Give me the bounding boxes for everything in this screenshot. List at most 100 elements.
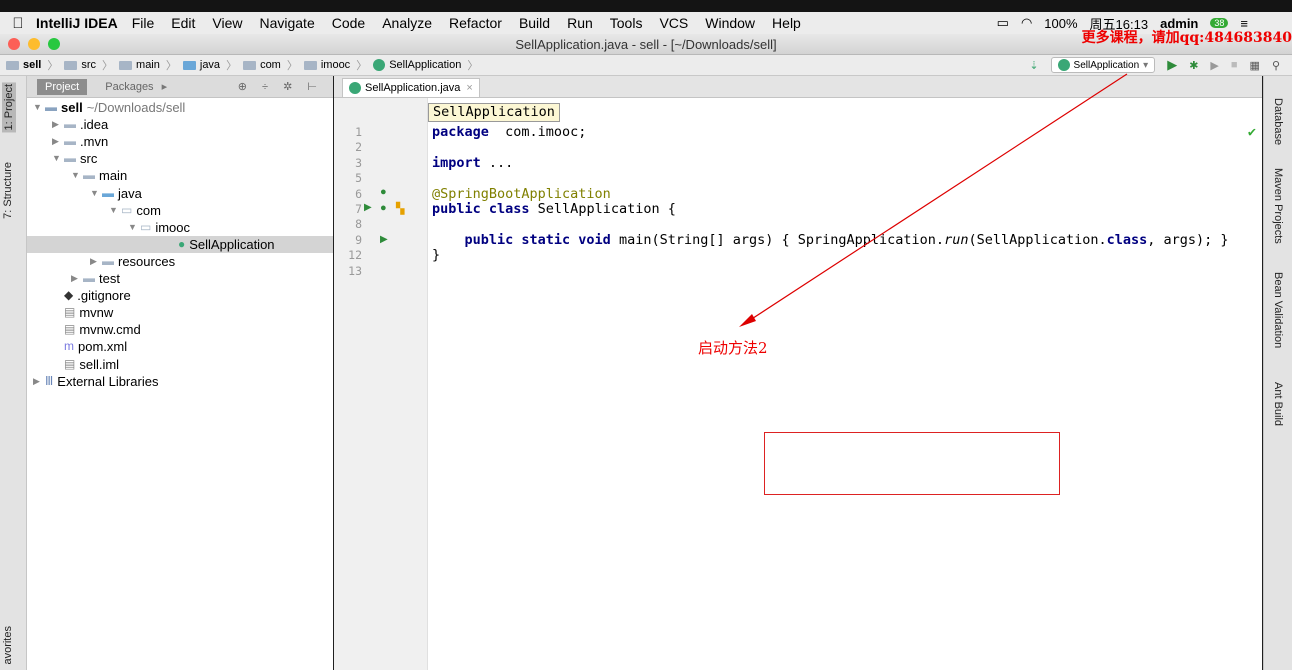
search-icon[interactable]: ⚲ — [1272, 59, 1280, 72]
stop-button[interactable]: ■ — [1231, 59, 1238, 71]
chevron-right-icon: 〉 — [47, 60, 59, 72]
folder-icon: ▬ — [64, 117, 76, 132]
tree-item[interactable]: ▶ ▬ resources — [90, 253, 175, 270]
left-tool-strip: 1: Project 7: Structure avorites — [0, 76, 27, 670]
chevron-down-icon[interactable]: ▼ — [33, 99, 45, 116]
code-token: ... — [480, 154, 514, 171]
code-line: package com.imooc; — [432, 124, 586, 140]
tree-item[interactable]: ▼ ▭ imooc — [128, 219, 190, 236]
menu-app-name[interactable]: IntelliJ IDEA — [36, 15, 118, 31]
spring-class-icon — [349, 82, 361, 94]
chevron-right-icon[interactable]: ▶ — [52, 133, 64, 150]
folder-icon — [303, 60, 317, 70]
run-button[interactable]: ▶ — [1167, 57, 1177, 73]
chevron-right-icon[interactable]: ▸ — [162, 80, 168, 93]
tree-item[interactable]: m pom.xml — [52, 338, 127, 355]
coverage-button[interactable]: ▶ — [1210, 59, 1218, 72]
panel-actions[interactable]: ⊕ ÷ ✲ ⊢ — [238, 80, 323, 93]
tree-item[interactable]: ▶ ▬ .mvn — [52, 133, 108, 150]
breadcrumb-label: main — [136, 59, 160, 71]
tree-item[interactable]: ▼ ▭ com — [109, 202, 161, 219]
menu-item-edit[interactable]: Edit — [171, 15, 195, 31]
tree-item[interactable]: ▶ Ⅲ External Libraries — [33, 373, 158, 390]
tree-item-label: imooc — [155, 219, 191, 235]
chevron-right-icon: 〉 — [286, 60, 298, 72]
tree-item[interactable]: ▤ mvnw — [52, 304, 113, 321]
tree-item-label: java — [118, 185, 142, 201]
tree-item[interactable]: ▶ ▬ test — [71, 270, 120, 287]
tree-item-label: sell — [61, 100, 83, 115]
build-icon[interactable]: ⇣ — [1029, 59, 1038, 72]
breadcrumb-item[interactable]: java 〉 — [182, 57, 237, 73]
tree-item[interactable]: ▶ ▬ .idea — [52, 116, 108, 133]
tree-item[interactable]: ▤ mvnw.cmd — [52, 321, 141, 338]
tab-database[interactable]: Database — [1272, 98, 1284, 145]
editor-tab[interactable]: SellApplication.java × — [342, 78, 480, 97]
menu-item-window[interactable]: Window — [705, 15, 755, 31]
menu-item-refactor[interactable]: Refactor — [449, 15, 502, 31]
tree-item-label: test — [99, 271, 120, 286]
tree-item[interactable]: ▼ ▬ sell ~/Downloads/sell — [33, 99, 185, 116]
chevron-right-icon[interactable]: ▶ — [33, 373, 45, 390]
tree-item[interactable]: ▼ ▬ java — [90, 185, 142, 202]
breadcrumb-item[interactable]: sell 〉 — [6, 57, 58, 73]
menu-item-navigate[interactable]: Navigate — [259, 15, 314, 31]
menu-item-code[interactable]: Code — [332, 15, 365, 31]
breadcrumb-item[interactable]: com 〉 — [243, 57, 298, 73]
menu-item-help[interactable]: Help — [772, 15, 801, 31]
code-line: public class SellApplication { — [432, 201, 676, 217]
breadcrumb-item[interactable]: SellApplication 〉 — [373, 57, 478, 73]
code-editor[interactable]: ✔ package com.imooc; import ... @SpringBoo… — [428, 98, 1262, 670]
chevron-right-icon: 〉 — [467, 60, 479, 72]
menu-item-file[interactable]: File — [132, 15, 155, 31]
menu-item-tools[interactable]: Tools — [610, 15, 643, 31]
chevron-down-icon[interactable]: ▼ — [71, 167, 83, 184]
chevron-right-icon[interactable]: ▶ — [90, 253, 102, 270]
chevron-right-icon[interactable]: ▶ — [71, 270, 83, 287]
right-tool-strip: Database Maven Projects Bean Validation Ant… — [1263, 76, 1292, 670]
tab-structure[interactable]: 7: Structure — [2, 162, 14, 219]
menu-item-run[interactable]: Run — [567, 15, 593, 31]
tab-favorites[interactable]: avorites — [2, 626, 14, 665]
chevron-right-icon[interactable]: ▶ — [52, 116, 64, 133]
check-icon: ✔ — [1247, 124, 1256, 140]
menu-item-view[interactable]: View — [212, 15, 242, 31]
annotation-text: 启动方法2 — [698, 339, 768, 357]
code-token: (SellApplication. — [968, 231, 1107, 248]
tree-item[interactable]: ▼ ▬ src — [52, 150, 97, 167]
menu-item-vcs[interactable]: VCS — [659, 15, 688, 31]
tree-item-label: External Libraries — [57, 373, 159, 389]
tab-project-view[interactable]: Project — [37, 78, 88, 95]
close-icon[interactable]: × — [466, 82, 472, 94]
tree-item[interactable]: ▼ ▬ main — [71, 167, 127, 184]
tree-item[interactable]: ● SellApplication — [166, 236, 275, 253]
breadcrumb-item[interactable]: imooc 〉 — [303, 57, 367, 73]
chevron-down-icon[interactable]: ▼ — [128, 219, 140, 236]
project-structure-icon[interactable]: ▦ — [1250, 59, 1260, 72]
tab-ant-build[interactable]: Ant Build — [1272, 382, 1284, 426]
debug-button[interactable]: ✱ — [1189, 59, 1198, 72]
run-configuration-select[interactable]: SellApplication ▾ — [1050, 57, 1156, 73]
run-class-gutter-icon[interactable]: ▶ — [364, 202, 372, 213]
folder-icon: ▬ — [64, 151, 76, 166]
menu-item-analyze[interactable]: Analyze — [382, 15, 432, 31]
tree-item[interactable]: ◆ .gitignore — [52, 287, 131, 304]
folder-icon: ▬ — [83, 271, 95, 285]
tree-item-label: .idea — [80, 117, 109, 133]
tab-project[interactable]: 1: Project — [2, 82, 16, 133]
tab-bean-validation[interactable]: Bean Validation — [1272, 272, 1284, 348]
breadcrumb-item[interactable]: src 〉 — [64, 57, 113, 73]
chevron-down-icon[interactable]: ▼ — [90, 185, 102, 202]
tab-packages-view[interactable]: Packages — [97, 79, 161, 95]
breadcrumb-label: java — [199, 59, 221, 71]
run-main-gutter-icon[interactable]: ▶ — [380, 234, 388, 245]
code-token: run — [944, 231, 969, 248]
breadcrumb-item[interactable]: main 〉 — [119, 57, 177, 73]
tree-item[interactable]: ▤ sell.iml — [52, 356, 119, 373]
spring-bean-icon: ● — [380, 202, 387, 214]
chevron-down-icon[interactable]: ▼ — [52, 150, 64, 167]
chevron-down-icon[interactable]: ▼ — [109, 202, 121, 219]
menu-item-build[interactable]: Build — [519, 15, 550, 31]
tab-maven-projects[interactable]: Maven Projects — [1272, 168, 1284, 244]
apple-icon[interactable]:  — [0, 15, 36, 32]
